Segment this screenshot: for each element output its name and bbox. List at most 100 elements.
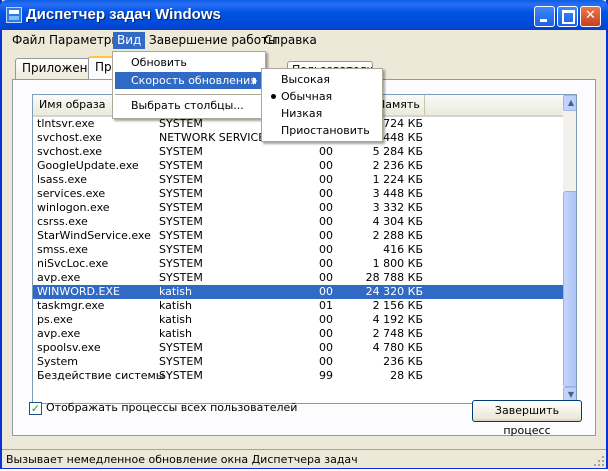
process-user: katish bbox=[159, 299, 192, 312]
menu-separator bbox=[115, 94, 263, 95]
table-row[interactable]: svchost.exe SYSTEM 00 5 284 КБ bbox=[33, 145, 563, 159]
process-user: SYSTEM bbox=[159, 229, 203, 242]
process-cpu: 00 bbox=[319, 173, 333, 186]
process-name: winlogon.exe bbox=[37, 201, 110, 214]
process-memory: 2 288 КБ bbox=[372, 229, 423, 242]
process-name: services.exe bbox=[37, 187, 106, 200]
process-user: katish bbox=[159, 313, 192, 326]
process-name: niSvcLoc.exe bbox=[37, 257, 109, 270]
process-user: SYSTEM bbox=[159, 145, 203, 158]
process-cpu: 00 bbox=[319, 159, 333, 172]
process-name: svchost.exe bbox=[37, 145, 103, 158]
process-name: GoogleUpdate.exe bbox=[37, 159, 139, 172]
process-cpu: 00 bbox=[319, 145, 333, 158]
table-row[interactable]: taskmgr.exe katish 01 2 156 КБ bbox=[33, 299, 563, 313]
speed-normal[interactable]: Обычная bbox=[264, 88, 380, 105]
process-name: ps.exe bbox=[37, 313, 73, 326]
submenu-arrow-icon bbox=[253, 77, 257, 85]
scroll-thumb[interactable] bbox=[563, 191, 576, 387]
end-process-button[interactable]: Завершить процесс bbox=[472, 400, 582, 437]
menu-item-refresh[interactable]: Обновить bbox=[115, 54, 263, 71]
update-speed-submenu: Высокая Обычная Низкая Приостановить bbox=[261, 68, 383, 142]
table-row[interactable]: avp.exe SYSTEM 00 28 788 КБ bbox=[33, 271, 563, 285]
resize-grip-icon[interactable] bbox=[592, 454, 606, 468]
table-row[interactable]: winlogon.exe SYSTEM 00 3 332 КБ bbox=[33, 201, 563, 215]
radio-bullet-icon bbox=[271, 94, 276, 99]
process-cpu: 00 bbox=[319, 187, 333, 200]
process-memory: 28 КБ bbox=[390, 369, 423, 382]
process-memory: 5 284 КБ bbox=[372, 145, 423, 158]
table-row[interactable]: ps.exe katish 00 4 192 КБ bbox=[33, 313, 563, 327]
title-bar[interactable]: Диспетчер задач Windows ✕ bbox=[0, 0, 608, 30]
show-all-users-label: Отображать процессы всех пользователей bbox=[46, 401, 298, 414]
table-row[interactable]: spoolsv.exe SYSTEM 00 4 780 КБ bbox=[33, 341, 563, 355]
show-all-users-checkbox[interactable]: ✓ bbox=[29, 402, 42, 415]
process-memory: 236 КБ bbox=[383, 355, 423, 368]
table-row[interactable]: StarWindService.exe SYSTEM 00 2 288 КБ bbox=[33, 229, 563, 243]
menu-item-update-speed[interactable]: Скорость обновления bbox=[115, 72, 263, 89]
menu-help[interactable]: Справка bbox=[260, 32, 321, 49]
menu-item-select-columns[interactable]: Выбрать столбцы... bbox=[115, 97, 263, 114]
table-row[interactable]: GoogleUpdate.exe SYSTEM 00 2 236 КБ bbox=[33, 159, 563, 173]
process-cpu: 00 bbox=[319, 229, 333, 242]
process-user: SYSTEM bbox=[159, 117, 203, 130]
process-memory: 3 332 КБ bbox=[372, 201, 423, 214]
table-row[interactable]: csrss.exe SYSTEM 00 4 304 КБ bbox=[33, 215, 563, 229]
process-user: SYSTEM bbox=[159, 369, 203, 382]
close-button[interactable]: ✕ bbox=[580, 6, 601, 27]
process-cpu: 00 bbox=[319, 313, 333, 326]
process-name: svchost.exe bbox=[37, 131, 103, 144]
table-row[interactable]: smss.exe SYSTEM 00 416 КБ bbox=[33, 243, 563, 257]
process-user: SYSTEM bbox=[159, 159, 203, 172]
speed-low[interactable]: Низкая bbox=[264, 105, 380, 122]
view-menu-dropdown: Обновить Скорость обновления Выбрать сто… bbox=[112, 51, 266, 119]
process-user: SYSTEM bbox=[159, 271, 203, 284]
task-manager-icon bbox=[6, 7, 22, 23]
minimize-button[interactable] bbox=[534, 6, 555, 27]
process-user: SYSTEM bbox=[159, 187, 203, 200]
process-cpu: 00 bbox=[319, 271, 333, 284]
process-name: StarWindService.exe bbox=[37, 229, 151, 242]
table-row[interactable]: WINWORD.EXE katish 00 24 320 КБ bbox=[33, 285, 563, 299]
process-user: NETWORK SERVICE bbox=[159, 131, 266, 144]
menu-item-update-speed-label: Скорость обновления bbox=[131, 74, 257, 87]
process-user: katish bbox=[159, 327, 192, 340]
speed-high[interactable]: Высокая bbox=[264, 71, 380, 88]
process-memory: 416 КБ bbox=[383, 243, 423, 256]
process-memory: 1 800 КБ bbox=[372, 257, 423, 270]
status-bar: Вызывает немедленное обновление окна Дис… bbox=[2, 449, 606, 468]
speed-paused[interactable]: Приостановить bbox=[264, 122, 380, 139]
maximize-button[interactable] bbox=[557, 6, 578, 27]
process-name: smss.exe bbox=[37, 243, 88, 256]
process-memory: 4 780 КБ bbox=[372, 341, 423, 354]
process-user: SYSTEM bbox=[159, 355, 203, 368]
process-cpu: 99 bbox=[319, 369, 333, 382]
window-title: Диспетчер задач Windows bbox=[26, 6, 221, 23]
menu-file[interactable]: Файл bbox=[8, 32, 49, 49]
process-memory: 24 320 КБ bbox=[365, 285, 423, 298]
process-name: tlntsvr.exe bbox=[37, 117, 95, 130]
process-cpu: 00 bbox=[319, 257, 333, 270]
process-name: Бездействие системы bbox=[37, 369, 165, 382]
process-name: csrss.exe bbox=[37, 215, 88, 228]
scroll-up-button[interactable]: ▲ bbox=[563, 95, 576, 111]
process-cpu: 00 bbox=[319, 341, 333, 354]
table-row[interactable]: lsass.exe SYSTEM 00 1 224 КБ bbox=[33, 173, 563, 187]
process-cpu: 00 bbox=[319, 355, 333, 368]
process-memory: 2 748 КБ bbox=[372, 327, 423, 340]
table-row[interactable]: avp.exe katish 00 2 748 КБ bbox=[33, 327, 563, 341]
process-user: SYSTEM bbox=[159, 341, 203, 354]
process-user: katish bbox=[159, 285, 192, 298]
process-memory: 2 156 КБ bbox=[372, 299, 423, 312]
process-name: spoolsv.exe bbox=[37, 341, 101, 354]
process-memory: 2 236 КБ bbox=[372, 159, 423, 172]
vertical-scrollbar[interactable]: ▲ ▼ bbox=[563, 95, 576, 403]
status-text: Вызывает немедленное обновление окна Дис… bbox=[6, 453, 358, 466]
table-row[interactable]: Бездействие системы SYSTEM 99 28 КБ bbox=[33, 369, 563, 383]
menu-view[interactable]: Вид bbox=[113, 32, 146, 49]
process-cpu: 00 bbox=[319, 285, 333, 298]
table-row[interactable]: services.exe SYSTEM 00 3 448 КБ bbox=[33, 187, 563, 201]
table-row[interactable]: niSvcLoc.exe SYSTEM 00 1 800 КБ bbox=[33, 257, 563, 271]
table-row[interactable]: System SYSTEM 00 236 КБ bbox=[33, 355, 563, 369]
menu-bar: Файл Параметры Вид Завершение работы Спр… bbox=[2, 30, 606, 51]
